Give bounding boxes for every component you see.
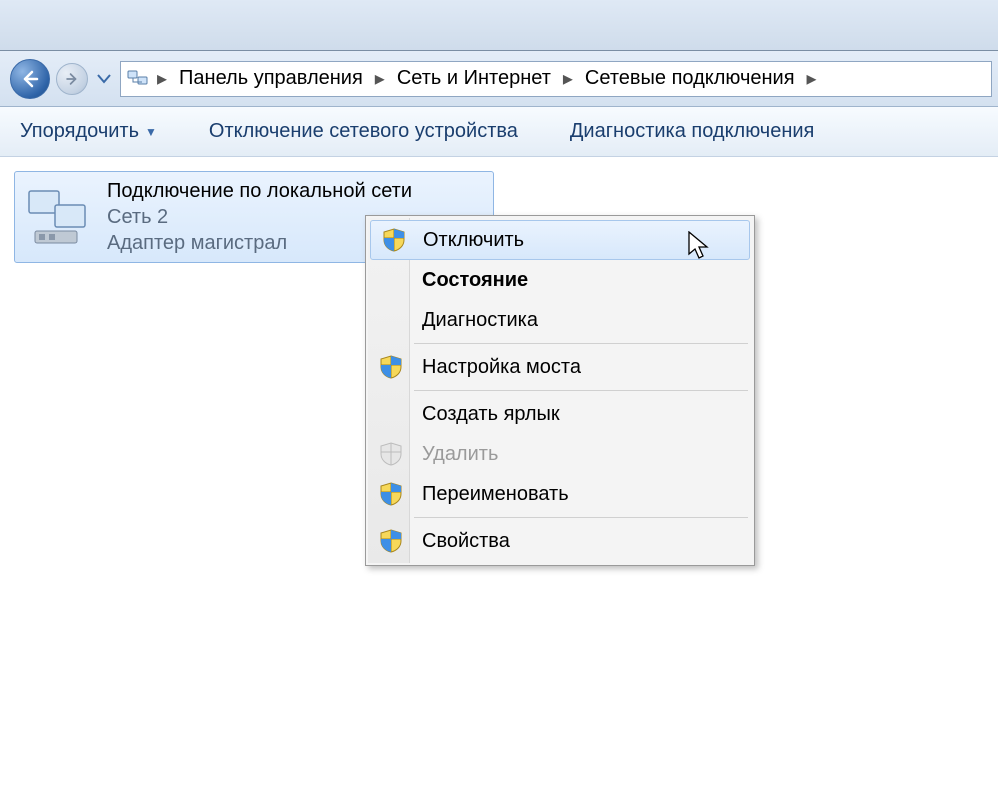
- network-adapter-icon: [25, 187, 95, 247]
- disable-device-button[interactable]: Отключение сетевого устройства: [203, 116, 524, 147]
- menu-item-label: Настройка моста: [422, 356, 581, 379]
- breadcrumb-network-connections[interactable]: Сетевые подключения: [581, 65, 799, 92]
- chevron-down-icon: ▼: [145, 125, 157, 139]
- shield-icon: [380, 529, 402, 553]
- organize-menu[interactable]: Упорядочить ▼: [14, 116, 163, 147]
- menu-item-status[interactable]: Состояние: [368, 260, 752, 300]
- breadcrumb-separator-icon: ▸: [153, 66, 171, 91]
- menu-item-label: Создать ярлык: [422, 403, 560, 426]
- forward-button[interactable]: [56, 63, 88, 95]
- menu-item-properties[interactable]: Свойства: [368, 521, 752, 561]
- diagnose-label: Диагностика подключения: [570, 120, 814, 143]
- address-bar[interactable]: ▸ Панель управления ▸ Сеть и Интернет ▸ …: [120, 61, 992, 97]
- disable-device-label: Отключение сетевого устройства: [209, 120, 518, 143]
- menu-separator: [414, 343, 748, 344]
- connection-title: Подключение по локальной сети: [107, 178, 412, 204]
- organize-label: Упорядочить: [20, 120, 139, 143]
- menu-item-label: Удалить: [422, 443, 498, 466]
- breadcrumb-network-internet[interactable]: Сеть и Интернет: [393, 65, 555, 92]
- menu-item-rename[interactable]: Переименовать: [368, 474, 752, 514]
- navigation-bar: ▸ Панель управления ▸ Сеть и Интернет ▸ …: [0, 51, 998, 107]
- menu-separator: [414, 517, 748, 518]
- back-button[interactable]: [10, 59, 50, 99]
- menu-item-label: Свойства: [422, 530, 510, 553]
- menu-item-bridge[interactable]: Настройка моста: [368, 347, 752, 387]
- breadcrumb-separator-icon: ▸: [559, 66, 577, 91]
- menu-separator: [414, 390, 748, 391]
- menu-item-create-shortcut[interactable]: Создать ярлык: [368, 394, 752, 434]
- menu-item-label: Переименовать: [422, 483, 569, 506]
- shield-icon: [380, 442, 402, 466]
- menu-item-disable[interactable]: Отключить: [370, 220, 750, 260]
- breadcrumb-separator-icon: ▸: [803, 66, 821, 91]
- breadcrumb-separator-icon: ▸: [371, 66, 389, 91]
- network-connections-icon: [127, 68, 149, 90]
- nav-history-dropdown[interactable]: [94, 69, 114, 89]
- menu-item-label: Диагностика: [422, 309, 538, 332]
- context-menu: Отключить Состояние Диагностика Настройк…: [365, 215, 755, 566]
- content-area: Подключение по локальной сети Сеть 2 Ада…: [0, 157, 998, 792]
- shield-icon: [380, 355, 402, 379]
- menu-item-label: Отключить: [423, 229, 524, 252]
- shield-icon: [380, 482, 402, 506]
- diagnose-connection-button[interactable]: Диагностика подключения: [564, 116, 820, 147]
- command-toolbar: Упорядочить ▼ Отключение сетевого устрой…: [0, 107, 998, 157]
- explorer-window: ▸ Панель управления ▸ Сеть и Интернет ▸ …: [0, 50, 998, 792]
- shield-icon: [383, 228, 405, 252]
- menu-item-diagnose[interactable]: Диагностика: [368, 300, 752, 340]
- window-titlebar: [0, 0, 998, 50]
- menu-item-label: Состояние: [422, 269, 528, 292]
- breadcrumb-control-panel[interactable]: Панель управления: [175, 65, 367, 92]
- menu-item-delete: Удалить: [368, 434, 752, 474]
